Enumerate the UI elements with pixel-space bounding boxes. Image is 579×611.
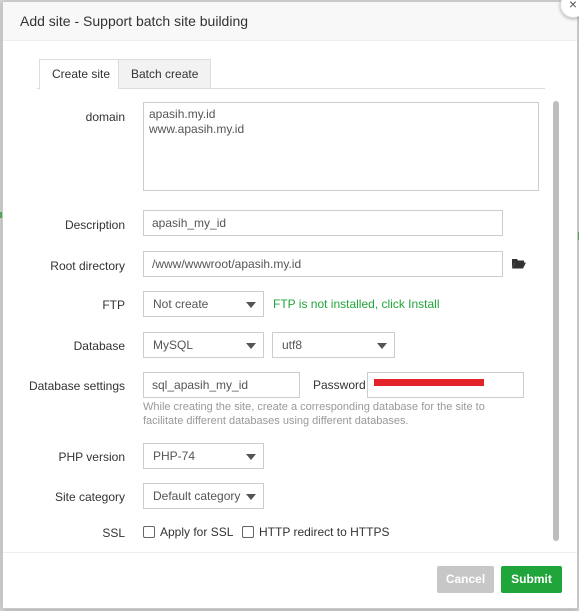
https-redirect-checkbox[interactable]: HTTP redirect to HTTPS bbox=[242, 525, 389, 539]
chevron-down-icon bbox=[246, 302, 256, 308]
dialog-titlebar: Add site - Support batch site building × bbox=[3, 0, 579, 41]
database-name-input[interactable]: sql_apasih_my_id bbox=[143, 372, 300, 398]
add-site-dialog: Add site - Support batch site building ×… bbox=[2, 0, 579, 609]
ftp-install-link[interactable]: FTP is not installed, click Install bbox=[273, 297, 440, 311]
close-icon: × bbox=[568, 0, 578, 12]
apply-ssl-label: Apply for SSL bbox=[160, 525, 234, 539]
database-label: Database bbox=[73, 339, 125, 353]
chevron-down-icon bbox=[246, 494, 256, 500]
site-category-value: Default category bbox=[153, 489, 241, 503]
apply-ssl-checkbox[interactable]: Apply for SSL bbox=[143, 525, 233, 539]
chevron-down-icon bbox=[246, 343, 256, 349]
https-redirect-label: HTTP redirect to HTTPS bbox=[259, 525, 390, 539]
description-input[interactable]: apasih_my_id bbox=[143, 210, 503, 236]
password-label: Password bbox=[313, 378, 366, 392]
database-type-value: MySQL bbox=[153, 338, 194, 352]
description-label: Description bbox=[64, 218, 125, 232]
site-category-label: Site category bbox=[54, 490, 125, 504]
database-type-select[interactable]: MySQL bbox=[143, 332, 264, 358]
database-settings-label: Database settings bbox=[28, 379, 125, 393]
checkbox-icon bbox=[242, 526, 254, 538]
root-directory-input[interactable]: /www/wwwroot/apasih.my.id bbox=[143, 251, 503, 277]
chevron-down-icon bbox=[246, 454, 256, 460]
domain-line: www.apasih.my.id bbox=[149, 122, 245, 136]
folder-open-icon[interactable] bbox=[512, 258, 526, 272]
php-version-value: PHP-74 bbox=[153, 449, 196, 463]
checkbox-icon bbox=[143, 526, 155, 538]
database-charset-value: utf8 bbox=[282, 338, 303, 352]
domain-textarea[interactable]: apasih.my.id www.apasih.my.id bbox=[143, 102, 539, 191]
site-category-select[interactable]: Default category bbox=[143, 483, 264, 509]
close-button[interactable]: × bbox=[560, 0, 579, 18]
root-directory-label: Root directory bbox=[50, 259, 125, 273]
domain-label: domain bbox=[85, 110, 125, 124]
chevron-down-icon bbox=[377, 343, 387, 349]
domain-line: apasih.my.id bbox=[149, 107, 216, 121]
ftp-select[interactable]: Not create bbox=[143, 291, 264, 317]
ssl-label: SSL bbox=[102, 526, 125, 540]
php-version-label: PHP version bbox=[58, 450, 125, 464]
redaction-bar bbox=[374, 379, 484, 386]
php-version-select[interactable]: PHP-74 bbox=[143, 443, 264, 469]
database-hint: While creating the site, create a corres… bbox=[143, 401, 485, 427]
scrollbar[interactable] bbox=[553, 101, 559, 541]
ftp-label: FTP bbox=[102, 298, 125, 312]
tab-batch-create[interactable]: Batch create bbox=[118, 59, 212, 89]
dialog-title: Add site - Support batch site building bbox=[20, 13, 249, 29]
tab-create-site[interactable]: Create site bbox=[39, 59, 124, 90]
tab-bar: Create site Batch create bbox=[37, 59, 545, 90]
cancel-button[interactable]: Cancel bbox=[437, 566, 494, 593]
dialog-content: Create site Batch create domain apasih.m… bbox=[3, 41, 577, 552]
database-charset-select[interactable]: utf8 bbox=[272, 332, 395, 358]
ftp-select-value: Not create bbox=[153, 297, 209, 311]
dialog-footer: Cancel Submit bbox=[3, 552, 577, 608]
submit-button[interactable]: Submit bbox=[501, 566, 562, 593]
